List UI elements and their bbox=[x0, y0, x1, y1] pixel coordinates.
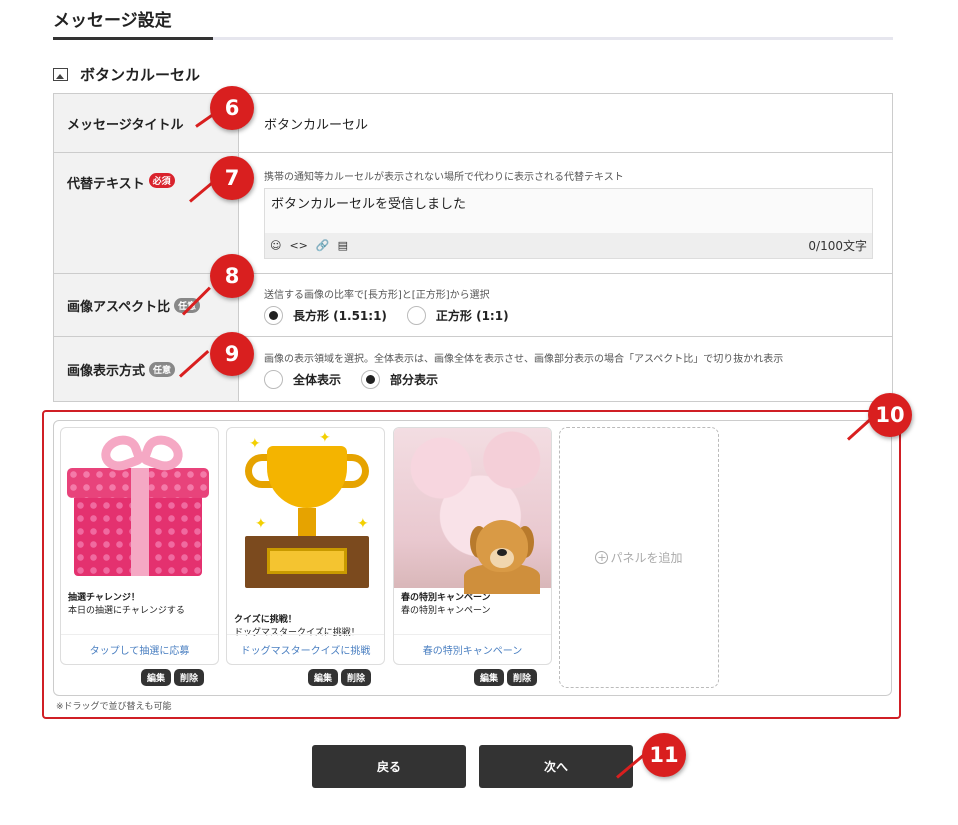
callout-badge-6: 6 bbox=[210, 86, 254, 130]
panel-description: 春の特別キャンペーン bbox=[401, 606, 491, 616]
callout-badge-7: 7 bbox=[210, 156, 254, 200]
alt-text-hint: 携帯の通知等カルーセルが表示されない場所で代わりに表示される代替テキスト bbox=[264, 171, 624, 183]
settings-form: メッセージタイトル ボタンカルーセル 代替テキスト 必須 携帯の通知等カルーセル… bbox=[53, 93, 893, 402]
radio-full-display-label[interactable]: 全体表示 bbox=[293, 371, 341, 388]
radio-rectangle-label[interactable]: 長方形 (1.51:1) bbox=[293, 307, 387, 324]
radio-square[interactable] bbox=[406, 305, 426, 325]
optional-badge: 任意 bbox=[149, 361, 176, 377]
edit-button[interactable]: 編集 bbox=[308, 669, 339, 686]
radio-rectangle[interactable] bbox=[264, 305, 283, 325]
row-display-mode: 画像表示方式 任意 画像の表示領域を選択。全体表示は、画像全体を表示させ、画像部… bbox=[54, 337, 892, 401]
delete-button[interactable]: 削除 bbox=[341, 669, 372, 686]
radio-partial-display-label[interactable]: 部分表示 bbox=[390, 371, 438, 388]
next-button[interactable]: 次へ bbox=[479, 745, 633, 788]
required-badge: 必須 bbox=[148, 173, 175, 188]
row-alt-text: 代替テキスト 必須 携帯の通知等カルーセルが表示されない場所で代わりに表示される… bbox=[54, 153, 892, 274]
radio-square-label[interactable]: 正方形 (1:1) bbox=[436, 307, 509, 324]
carousel-panel-1[interactable]: 抽選チャレンジ！ 本日の抽選にチャレンジする タップして抽選に応募 bbox=[60, 427, 219, 665]
document-icon[interactable]: ▤ bbox=[338, 239, 348, 252]
aspect-ratio-label: 画像アスペクト比 bbox=[67, 299, 171, 315]
char-counter: 0/100文字 bbox=[808, 238, 867, 253]
message-title-value[interactable]: ボタンカルーセル bbox=[264, 114, 892, 133]
page-title: メッセージ設定 bbox=[53, 11, 172, 31]
panel-title: クイズに挑戦！ bbox=[234, 615, 297, 625]
panel-action-link[interactable]: 春の特別キャンペーン bbox=[394, 634, 551, 664]
display-mode-label: 画像表示方式 bbox=[67, 363, 146, 379]
panel-action-link[interactable]: タップして抽選に応募 bbox=[61, 634, 218, 664]
drag-note: ※ドラッグで並び替えも可能 bbox=[56, 702, 172, 712]
panel-1-controls: 編集 削除 bbox=[141, 669, 205, 686]
panel-title: 抽選チャレンジ！ bbox=[68, 593, 140, 603]
gift-box-image bbox=[61, 428, 218, 588]
add-panel-button[interactable]: + パネルを追加 bbox=[559, 427, 719, 688]
link-icon[interactable]: 🔗 bbox=[316, 239, 330, 252]
alt-text-field[interactable]: ボタンカルーセルを受信しました ☺ <> 🔗 ▤ 0/100文字 bbox=[264, 187, 873, 259]
edit-button[interactable]: 編集 bbox=[141, 669, 172, 686]
add-panel-label: パネルを追加 bbox=[610, 551, 683, 565]
title-divider-active bbox=[53, 37, 213, 40]
alt-text-input[interactable]: ボタンカルーセルを受信しました bbox=[265, 189, 872, 233]
panel-action-link[interactable]: ドッグマスタークイズに挑戦 bbox=[227, 634, 384, 664]
dog-cherry-blossom-image bbox=[394, 428, 551, 594]
callout-badge-8: 8 bbox=[210, 254, 254, 298]
alt-text-label: 代替テキスト bbox=[67, 177, 145, 192]
delete-button[interactable]: 削除 bbox=[174, 669, 205, 686]
radio-partial-display[interactable] bbox=[361, 369, 381, 389]
delete-button[interactable]: 削除 bbox=[507, 669, 538, 686]
image-icon bbox=[53, 68, 68, 81]
carousel-panel-2[interactable]: ✦ ✦ ✦ ✦ ✦ クイズに挑戦！ ドッグマスタークイズに挑戦！ ドッグマスタークイ… bbox=[226, 427, 385, 665]
section-header: ボタンカルーセル bbox=[53, 64, 200, 85]
callout-badge-10: 10 bbox=[868, 393, 912, 437]
radio-full-display[interactable] bbox=[264, 369, 283, 389]
display-mode-hint: 画像の表示領域を選択。全体表示は、画像全体を表示させ、画像部分表示の場合「アスペ… bbox=[264, 353, 784, 365]
plus-circle-icon: + bbox=[595, 551, 609, 564]
back-button[interactable]: 戻る bbox=[312, 745, 466, 788]
callout-badge-9: 9 bbox=[210, 332, 254, 376]
row-message-title: メッセージタイトル ボタンカルーセル bbox=[54, 94, 892, 153]
edit-button[interactable]: 編集 bbox=[474, 669, 505, 686]
panel-2-controls: 編集 削除 bbox=[308, 669, 372, 686]
alt-text-toolbar: ☺ <> 🔗 ▤ 0/100文字 bbox=[265, 232, 872, 258]
panel-3-controls: 編集 削除 bbox=[474, 669, 538, 686]
emoji-icon[interactable]: ☺ bbox=[270, 239, 281, 252]
code-icon[interactable]: <> bbox=[289, 239, 307, 252]
trophy-image: ✦ ✦ ✦ ✦ ✦ bbox=[227, 428, 384, 588]
carousel-panel-3[interactable]: 春の特別キャンペーン 春の特別キャンペーン 春の特別キャンペーン bbox=[393, 427, 552, 665]
aspect-ratio-hint: 送信する画像の比率で[長方形]と[正方形]から選択 bbox=[264, 289, 490, 301]
callout-badge-11: 11 bbox=[642, 733, 686, 777]
row-aspect-ratio: 画像アスペクト比 任意 送信する画像の比率で[長方形]と[正方形]から選択 長方… bbox=[54, 274, 892, 337]
section-title: ボタンカルーセル bbox=[80, 66, 201, 84]
panel-description: 本日の抽選にチャレンジする bbox=[68, 606, 185, 616]
